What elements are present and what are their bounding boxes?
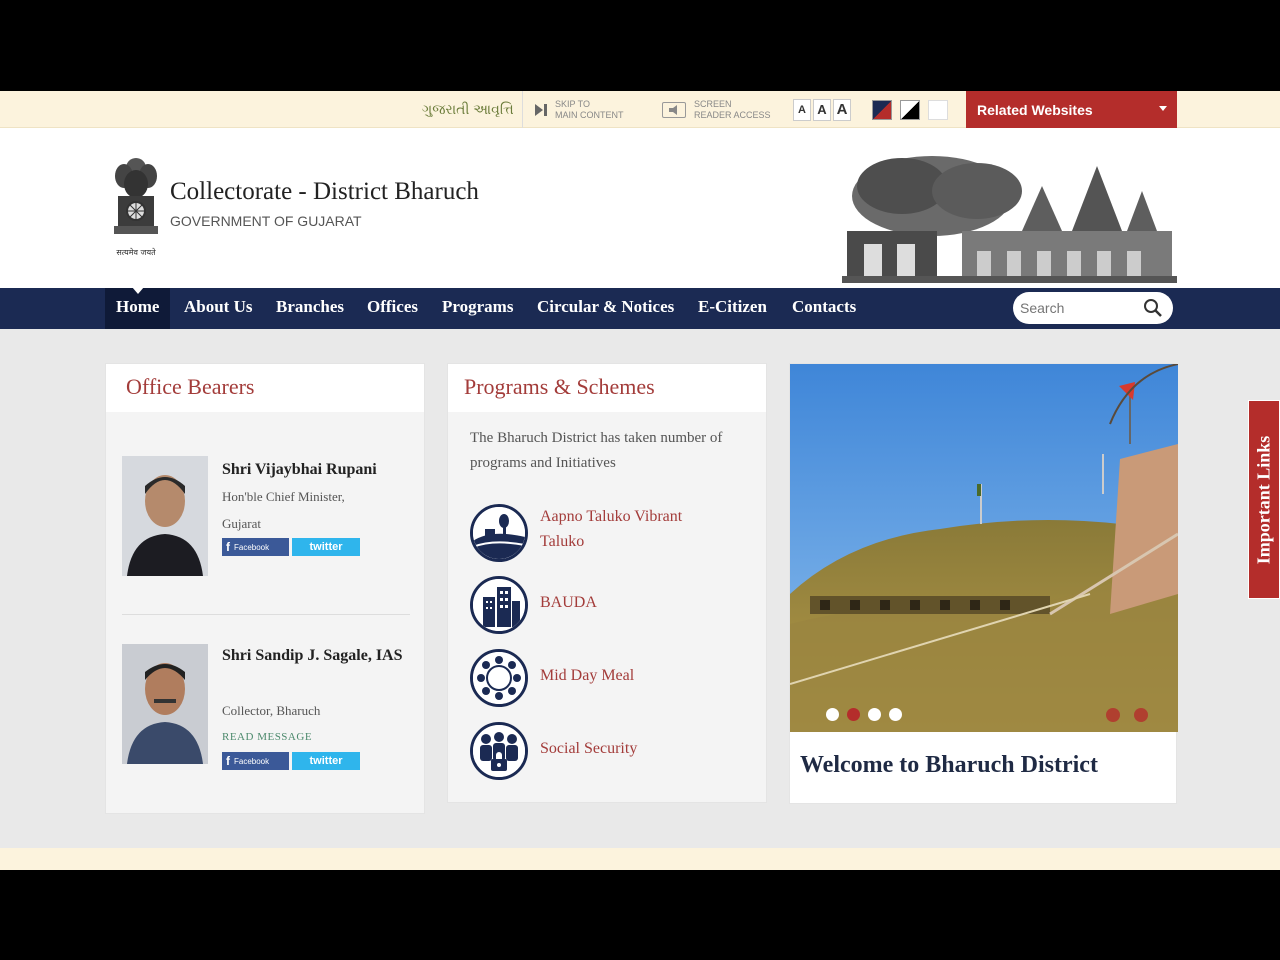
contrast-default-button[interactable]: [928, 99, 948, 120]
bearer-photo: [122, 644, 208, 764]
main-navigation: Home About Us Branches Offices Programs …: [0, 287, 1280, 329]
nav-about-us[interactable]: About Us: [184, 288, 253, 329]
site-header: सत्यमेव जयते Collectorate - District Bha…: [0, 128, 1280, 288]
skip-line1: SKIP TO: [555, 98, 591, 109]
program-label: Aapno Taluko Vibrant Taluko: [540, 508, 683, 550]
landscape-icon: [470, 504, 528, 562]
program-item[interactable]: BAUDA: [470, 576, 720, 634]
nav-circular-notices[interactable]: Circular & Notices: [537, 288, 674, 329]
facebook-button[interactable]: f Facebook: [222, 538, 289, 556]
slider-dot-active[interactable]: [847, 708, 860, 721]
nav-contacts[interactable]: Contacts: [792, 288, 856, 329]
state-emblem-icon: सत्यमेव जयते: [108, 154, 164, 257]
programs-description: The Bharuch District has taken number of…: [470, 430, 723, 471]
buildings-icon: [470, 576, 528, 634]
read-message-link[interactable]: READ MESSAGE: [222, 731, 312, 743]
screen-reader-link[interactable]: SCREEN READER ACCESS: [662, 91, 771, 128]
nav-programs[interactable]: Programs: [442, 288, 513, 329]
accessibility-bar: ગુજરાતી આવૃત્તિ SKIP TO MAIN CONTENT SCRE…: [0, 91, 1280, 128]
emblem-caption: सत्यमेव जयते: [116, 248, 156, 257]
contrast-controls: [872, 91, 948, 128]
font-large-button[interactable]: A: [833, 98, 851, 121]
nav-offices[interactable]: Offices: [367, 288, 418, 329]
related-websites-label: Related Websites: [977, 101, 1093, 118]
programs-title: Programs & Schemes: [448, 364, 766, 412]
browser-page: ગુજરાતી આવૃત્તિ SKIP TO MAIN CONTENT SCRE…: [0, 91, 1280, 870]
bearer-name: Shri Sandip J. Sagale, IAS: [222, 647, 403, 664]
social-links: f Facebook twitter: [222, 538, 360, 556]
screen-reader-icon: [662, 101, 686, 118]
slider-next-icon[interactable]: [1134, 708, 1148, 722]
screen-line1: SCREEN: [694, 98, 732, 109]
twitter-label: twitter: [309, 541, 343, 553]
facebook-button[interactable]: f Facebook: [222, 752, 289, 770]
slider-arrows: [1106, 708, 1148, 722]
twitter-button[interactable]: twitter: [292, 752, 360, 770]
meal-circle-icon: [470, 649, 528, 707]
social-links: f Facebook twitter: [222, 752, 360, 770]
program-label: Mid Day Meal: [540, 667, 635, 684]
skip-line2: MAIN CONTENT: [555, 109, 624, 120]
important-links-label: Important Links: [1253, 435, 1274, 564]
nav-home[interactable]: Home: [105, 287, 171, 329]
slider-prev-icon[interactable]: [1106, 708, 1120, 722]
nav-branches[interactable]: Branches: [276, 288, 344, 329]
search-box: [1013, 292, 1173, 324]
program-item[interactable]: Social Security: [470, 722, 720, 780]
skip-to-main-link[interactable]: SKIP TO MAIN CONTENT: [533, 91, 624, 128]
contrast-black-white-button[interactable]: [900, 99, 920, 120]
contrast-blue-red-button[interactable]: [872, 99, 892, 120]
program-label: Social Security: [540, 740, 638, 757]
facebook-label: Facebook: [234, 542, 270, 552]
chevron-down-icon: [1159, 106, 1167, 111]
font-small-button[interactable]: A: [793, 98, 811, 121]
programs-panel: Programs & Schemes The Bharuch District …: [447, 363, 767, 803]
nav-e-citizen[interactable]: E-Citizen: [698, 288, 767, 329]
office-bearers-title: Office Bearers: [106, 364, 424, 412]
image-slider: Welcome to Bharuch District: [789, 363, 1178, 804]
people-lock-icon: [470, 722, 528, 780]
program-item[interactable]: Mid Day Meal: [470, 649, 720, 707]
related-websites-dropdown[interactable]: Related Websites: [966, 91, 1177, 128]
slider-caption: Welcome to Bharuch District: [800, 752, 1098, 778]
divider: [122, 614, 410, 615]
site-title: Collectorate - District Bharuch: [170, 178, 479, 205]
search-input[interactable]: [1020, 300, 1140, 316]
important-links-tab[interactable]: Important Links: [1248, 400, 1280, 599]
slider-dot[interactable]: [868, 708, 881, 721]
slider-dots: [826, 708, 902, 721]
twitter-button[interactable]: twitter: [292, 538, 360, 556]
font-size-controls: A A A: [793, 91, 851, 128]
skip-icon: [533, 103, 549, 117]
program-label: BAUDA: [540, 594, 597, 611]
search-icon[interactable]: [1143, 298, 1163, 318]
office-bearers-panel: Office Bearers Shri Vijaybhai Rupani Hon…: [105, 363, 425, 814]
bearer-name: Shri Vijaybhai Rupani: [222, 461, 377, 478]
facebook-icon: f: [226, 540, 230, 554]
footer-strip: [0, 848, 1280, 870]
slider-dot[interactable]: [826, 708, 839, 721]
bearer-role: Hon'ble Chief Minister, Gujarat: [222, 489, 345, 531]
gujarati-version-link[interactable]: ગુજરાતી આવૃત્તિ: [422, 91, 523, 128]
twitter-label: twitter: [309, 755, 343, 767]
bearer-role: Collector, Bharuch: [222, 703, 321, 718]
program-item[interactable]: Aapno Taluko Vibrant Taluko: [470, 504, 720, 562]
screen-line2: READER ACCESS: [694, 109, 771, 120]
header-monument-sketch: [842, 156, 1177, 283]
facebook-label: Facebook: [234, 756, 270, 766]
font-normal-button[interactable]: A: [813, 98, 831, 121]
site-subtitle: GOVERNMENT OF GUJARAT: [170, 213, 362, 229]
slide-image: [790, 364, 1178, 732]
bearer-photo: [122, 456, 208, 576]
facebook-icon: f: [226, 754, 230, 768]
slider-dot[interactable]: [889, 708, 902, 721]
